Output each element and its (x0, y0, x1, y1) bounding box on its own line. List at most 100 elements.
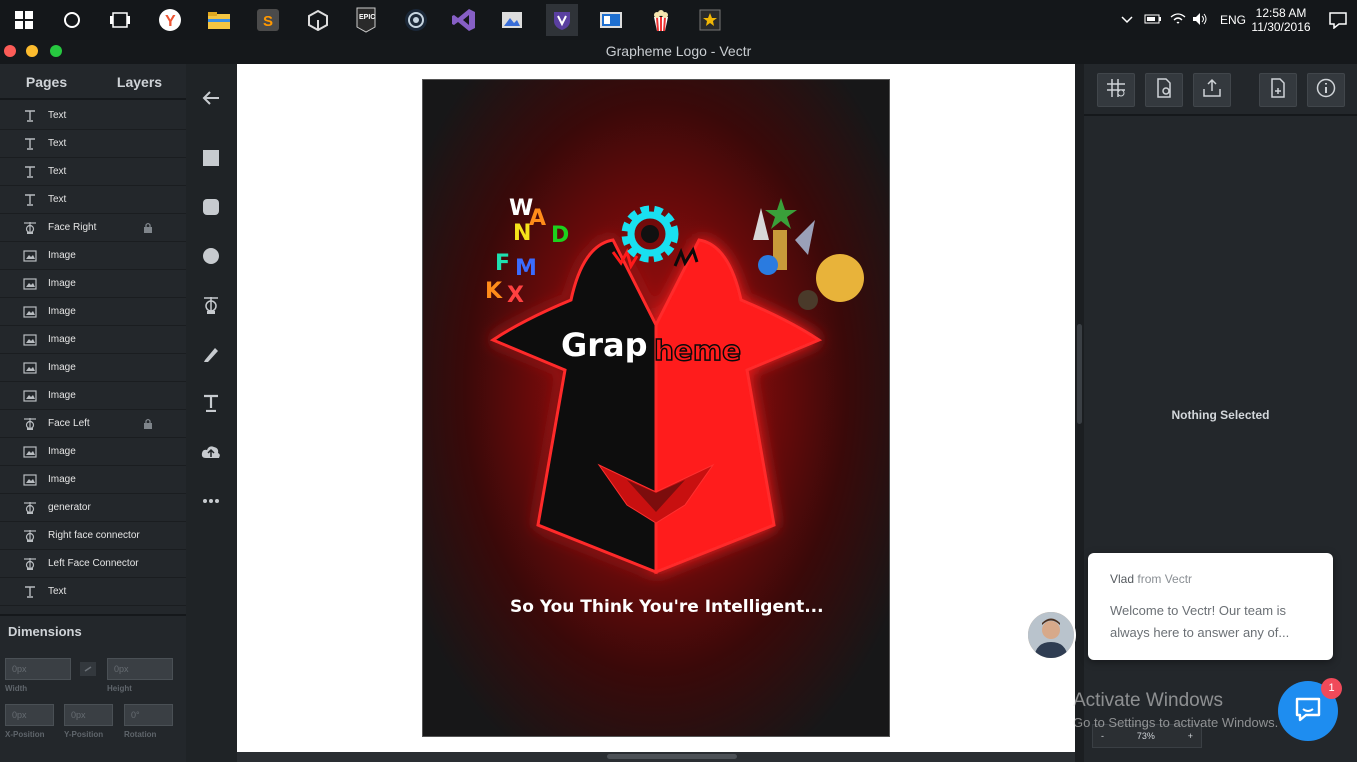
pen-tool-icon[interactable] (199, 342, 223, 366)
ellipse-tool-icon[interactable] (199, 244, 223, 268)
rotation-input[interactable]: 0° (124, 704, 173, 726)
layer-row[interactable]: Image (0, 270, 186, 298)
visual-studio-icon[interactable] (448, 4, 480, 36)
layer-label: Image (48, 474, 76, 485)
zoom-in-button[interactable]: + (1188, 731, 1193, 741)
trophy-app-icon[interactable] (694, 4, 726, 36)
y-position-input[interactable]: 0px (64, 704, 113, 726)
page-settings-icon (1154, 77, 1174, 103)
layer-row[interactable]: Left Face Connector (0, 550, 186, 578)
text-tool-icon[interactable] (199, 391, 223, 415)
layer-row[interactable]: generator (0, 494, 186, 522)
vertical-scroll-thumb[interactable] (1077, 324, 1082, 424)
lock-icon[interactable] (143, 418, 153, 432)
x-position-input[interactable]: 0px (5, 704, 54, 726)
vertical-scrollbar[interactable] (1075, 64, 1084, 762)
battery-icon[interactable] (1144, 13, 1170, 28)
sublime-text-icon[interactable]: S (252, 4, 284, 36)
wifi-icon[interactable] (1170, 12, 1192, 29)
language-indicator[interactable]: ENG (1220, 13, 1246, 27)
cortana-icon[interactable] (56, 4, 88, 36)
image-layer-icon (22, 305, 38, 318)
rectangle-tool-icon[interactable] (199, 146, 223, 170)
steam-icon[interactable] (400, 4, 432, 36)
canvas[interactable]: W A N D F M K X Grap heme So You Think Y… (237, 64, 1075, 752)
layer-row[interactable]: Image (0, 298, 186, 326)
grid-settings-button[interactable] (1097, 73, 1135, 107)
dimensions-panel: Dimensions 0px 0px Width Height 0px 0px … (0, 614, 186, 762)
layer-row[interactable]: Image (0, 466, 186, 494)
epic-games-icon[interactable]: EPIC (350, 4, 382, 36)
artboard[interactable]: W A N D F M K X Grap heme So You Think Y… (422, 79, 890, 737)
link-ratio-icon[interactable] (80, 662, 96, 676)
svg-text:Y: Y (165, 13, 176, 30)
selection-status: Nothing Selected (1171, 408, 1270, 422)
width-input[interactable]: 0px (5, 658, 71, 680)
image-layer-icon (22, 277, 38, 290)
chat-message-card[interactable]: Vlad from Vectr Welcome to Vectr! Our te… (1088, 553, 1333, 660)
windows-start-icon[interactable] (8, 4, 40, 36)
svg-text:X: X (507, 283, 524, 308)
horizontal-scrollbar[interactable] (237, 752, 1075, 762)
text-layer-icon (22, 193, 38, 206)
horizontal-scroll-thumb[interactable] (607, 754, 737, 759)
back-arrow-icon[interactable] (199, 86, 223, 110)
svg-text:D: D (551, 223, 569, 248)
layer-row[interactable]: Text (0, 158, 186, 186)
popcorn-icon[interactable] (645, 4, 677, 36)
layer-row[interactable]: Image (0, 326, 186, 354)
zoom-level[interactable]: 73% (1137, 731, 1155, 741)
layer-label: Text (48, 586, 67, 597)
info-icon (1316, 78, 1336, 103)
text-layer-icon (22, 585, 38, 598)
volume-icon[interactable] (1192, 12, 1214, 29)
file-explorer-icon[interactable] (203, 4, 235, 36)
zoom-out-button[interactable]: - (1101, 731, 1104, 741)
grapheme-logo[interactable]: W A N D F M K X Grap heme So You Think Y… (423, 80, 890, 737)
tab-layers[interactable]: Layers (93, 64, 186, 98)
grid-settings-icon (1106, 78, 1126, 103)
layer-row[interactable]: Text (0, 578, 186, 606)
unity-icon[interactable] (302, 4, 334, 36)
tab-pages[interactable]: Pages (0, 64, 93, 98)
layer-row[interactable]: Image (0, 382, 186, 410)
path-tool-icon[interactable] (199, 293, 223, 317)
width-label: Width (5, 684, 28, 693)
task-view-icon[interactable] (104, 4, 136, 36)
rounded-rectangle-tool-icon[interactable] (199, 195, 223, 219)
layer-row[interactable]: Image (0, 242, 186, 270)
image-layer-icon (22, 249, 38, 262)
notifications-icon[interactable] (1322, 4, 1354, 36)
info-button[interactable] (1307, 73, 1345, 107)
export-button[interactable] (1193, 73, 1231, 107)
add-page-button[interactable] (1259, 73, 1297, 107)
avatar[interactable] (1026, 610, 1076, 660)
layer-label: Right face connector (48, 530, 140, 541)
layer-row[interactable]: Face Right (0, 214, 186, 242)
layer-row[interactable]: Image (0, 354, 186, 382)
path-layer-icon (22, 417, 38, 431)
photos-icon[interactable] (496, 4, 528, 36)
layer-label: Image (48, 278, 76, 289)
more-icon[interactable] (199, 489, 223, 513)
layer-row[interactable]: Right face connector (0, 522, 186, 550)
vectr-icon[interactable] (546, 4, 578, 36)
lock-icon[interactable] (143, 222, 153, 236)
layer-row[interactable]: Text (0, 130, 186, 158)
chevron-up-icon[interactable] (1120, 13, 1138, 27)
chat-bubble-icon (1294, 696, 1322, 727)
layer-row[interactable]: Text (0, 186, 186, 214)
layer-row[interactable]: Image (0, 438, 186, 466)
left-panel: Pages Layers Text Text Text Text Face Right I… (0, 64, 186, 762)
layer-row[interactable]: Face Left (0, 410, 186, 438)
upload-icon[interactable] (199, 440, 223, 464)
path-layer-icon (22, 501, 38, 515)
height-input[interactable]: 0px (107, 658, 173, 680)
layer-row[interactable]: Text (0, 102, 186, 130)
right-toolbar (1084, 64, 1357, 116)
store-icon[interactable] (595, 4, 627, 36)
clock[interactable]: 12:58 AM 11/30/2016 (1248, 0, 1314, 40)
y-position-label: Y-Position (64, 730, 104, 739)
page-settings-button[interactable] (1145, 73, 1183, 107)
yandex-browser-icon[interactable]: Y (154, 4, 186, 36)
